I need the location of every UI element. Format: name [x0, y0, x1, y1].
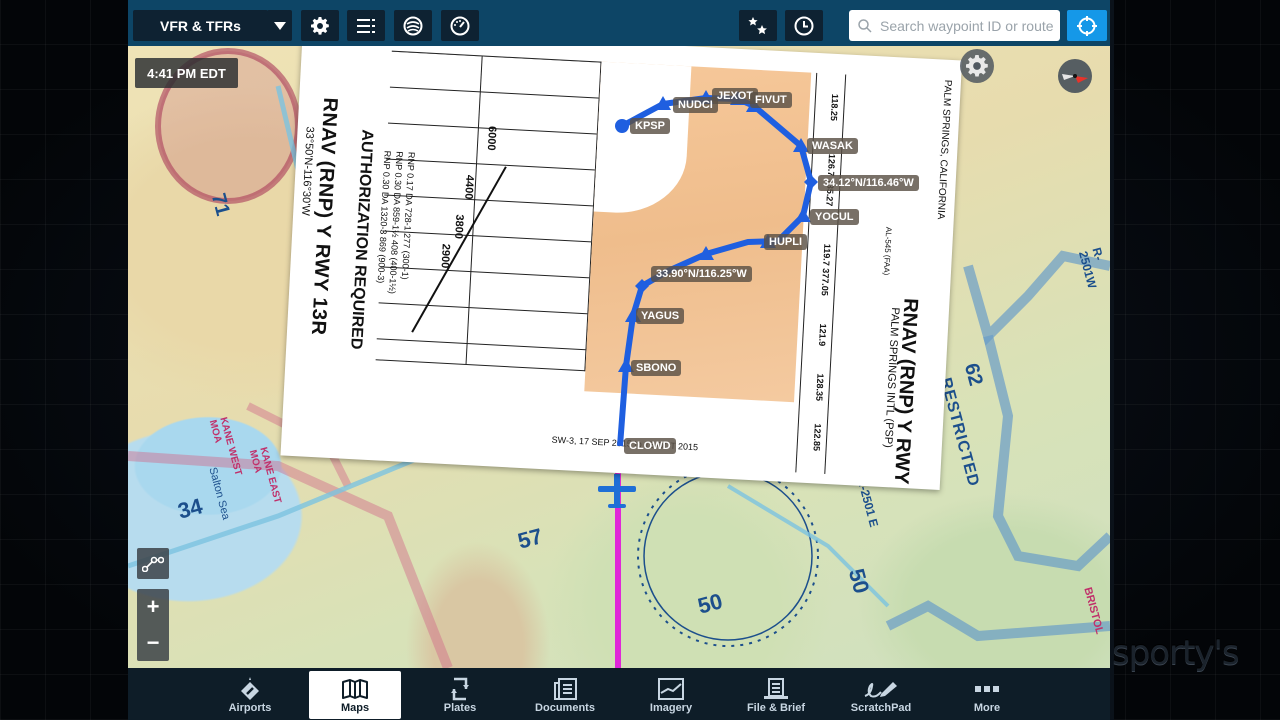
tab-label: Maps: [340, 702, 370, 714]
gear-icon: [966, 55, 988, 77]
device-edge: [1110, 0, 1114, 720]
layer-selector-label: VFR & TFRs: [160, 17, 241, 34]
waypoint-label-hupli[interactable]: HUPLI: [764, 234, 807, 250]
tab-imagery[interactable]: Imagery: [625, 671, 717, 719]
tab-label: Documents: [535, 702, 595, 714]
search-placeholder: Search waypoint ID or route: [880, 17, 1054, 34]
documents-icon: [554, 678, 577, 700]
favorites-button[interactable]: [739, 10, 777, 41]
flight-route: [615, 90, 818, 447]
imagery-icon: [658, 678, 684, 700]
plates-icon: [451, 677, 469, 701]
tab-file-brief[interactable]: File & Brief: [730, 671, 822, 719]
tab-label: Airports: [228, 702, 272, 714]
foreflight-app: VFR & TFRs Search waypoint ID or route R…: [128, 0, 1110, 720]
clock-icon: [794, 16, 814, 35]
tab-maps[interactable]: Maps: [309, 671, 401, 719]
tab-airports[interactable]: Airports: [204, 671, 296, 719]
waypoint-label-user-1[interactable]: 34.12°N/116.46°W: [818, 175, 919, 191]
instruments-button[interactable]: [441, 10, 479, 41]
bottom-tab-bar: Airports Maps Plates Documents Imagery F…: [128, 668, 1110, 720]
scratchpad-icon: [864, 682, 897, 698]
caret-down-icon: [273, 21, 286, 30]
zoom-controls: + −: [137, 589, 169, 661]
waypoint-label-clowd[interactable]: CLOWD: [624, 438, 676, 454]
stars-icon: [748, 16, 767, 34]
compass-button[interactable]: [1058, 59, 1092, 93]
top-toolbar: VFR & TFRs Search waypoint ID or route: [128, 0, 1110, 46]
layers-list-button[interactable]: [347, 10, 385, 41]
map-icon: [342, 679, 368, 699]
aircraft-profiles-button[interactable]: [394, 10, 432, 41]
waypoint-marker-yocul[interactable]: [795, 208, 811, 222]
waypoint-label-yocul[interactable]: YOCUL: [810, 209, 859, 225]
tab-label: More: [973, 702, 1001, 714]
layer-selector-button[interactable]: VFR & TFRs: [133, 10, 268, 41]
airport-icon: [241, 677, 259, 700]
waypoint-label-yagus[interactable]: YAGUS: [636, 308, 685, 324]
search-input[interactable]: Search waypoint ID or route: [849, 10, 1060, 41]
route-editor-button[interactable]: [137, 548, 169, 579]
locate-button[interactable]: [1067, 10, 1107, 41]
waypoint-label-fivut[interactable]: FIVUT: [750, 92, 792, 108]
tab-label: ScratchPad: [850, 702, 912, 714]
globe-icon: [403, 16, 423, 35]
gear-icon: [311, 16, 329, 35]
waypoint-marker-user-1[interactable]: [804, 175, 818, 189]
gauge-icon: [450, 16, 470, 35]
tab-documents[interactable]: Documents: [519, 671, 611, 719]
list-icon: [357, 18, 375, 33]
tab-more[interactable]: More: [941, 671, 1033, 719]
zoom-out-button[interactable]: −: [147, 632, 160, 654]
waypoint-label-kpsp[interactable]: KPSP: [630, 118, 670, 134]
search-icon: [858, 18, 872, 33]
tab-plates[interactable]: Plates: [414, 671, 506, 719]
map-view[interactable]: RESTRICTED 62 R-2501W R-2501 E 34 57 50 …: [128, 46, 1110, 668]
waypoint-marker-kpsp[interactable]: [615, 119, 629, 133]
recents-button[interactable]: [785, 10, 823, 41]
tab-scratchpad[interactable]: ScratchPad: [835, 671, 927, 719]
file-brief-icon: [764, 678, 788, 699]
waypoint-label-sbono[interactable]: SBONO: [631, 360, 682, 376]
tab-label: Plates: [443, 702, 477, 714]
tab-label: File & Brief: [746, 702, 806, 714]
settings-button[interactable]: [301, 10, 339, 41]
waypoint-label-wasak[interactable]: WASAK: [807, 138, 858, 154]
crosshair-icon: [1077, 15, 1097, 36]
more-icon: [975, 686, 999, 692]
map-settings-button[interactable]: [960, 49, 994, 83]
tab-label: Imagery: [649, 702, 693, 714]
layer-selector-dropdown[interactable]: [267, 10, 292, 41]
route-edit-icon: [142, 556, 164, 572]
compass-icon: [1062, 69, 1088, 83]
time-badge: 4:41 PM EDT: [135, 58, 238, 88]
waypoint-label-user-2[interactable]: 33.90°N/116.25°W: [651, 266, 752, 282]
sportys-watermark: sporty's: [1112, 633, 1240, 673]
zoom-in-button[interactable]: +: [147, 596, 160, 618]
